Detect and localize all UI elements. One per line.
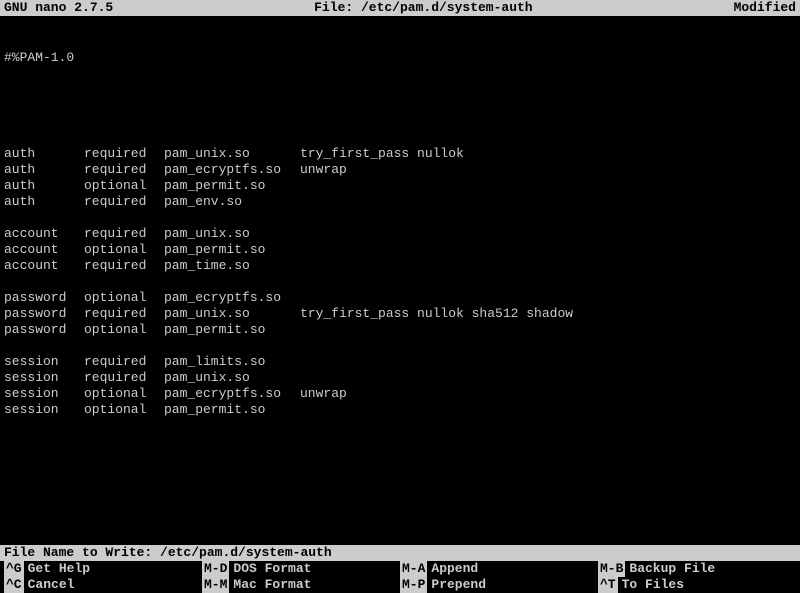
rule-type: account [4, 242, 84, 258]
pam-rule-line: sessionrequiredpam_limits.so [4, 354, 796, 370]
modified-status: Modified [734, 0, 796, 16]
rule-args: unwrap [300, 386, 347, 402]
filename-prompt: File Name to Write: [0, 545, 800, 561]
rule-type: session [4, 402, 84, 418]
rule-type: password [4, 306, 84, 322]
rule-module: pam_env.so [164, 194, 300, 210]
shortcut-label: DOS Format [233, 561, 311, 577]
title-bar: GNU nano 2.7.5 File: /etc/pam.d/system-a… [0, 0, 800, 16]
pam-rule-line: accountrequiredpam_unix.so [4, 226, 796, 242]
shortcut-key: M-D [202, 561, 229, 577]
pam-rule-line: sessionrequiredpam_unix.so [4, 370, 796, 386]
blank-line [4, 274, 796, 290]
shortcut-label: To Files [622, 577, 684, 593]
shortcut-item[interactable]: M-PPrepend [400, 577, 598, 593]
shortcut-label: Mac Format [233, 577, 311, 593]
rule-control: optional [84, 290, 164, 306]
shortcut-bar: ^GGet HelpM-DDOS FormatM-AAppendM-BBacku… [0, 561, 800, 593]
rule-module: pam_unix.so [164, 146, 300, 162]
rule-type: auth [4, 146, 84, 162]
shortcut-item[interactable]: ^CCancel [4, 577, 202, 593]
rule-args: try_first_pass nullok [300, 146, 464, 162]
rule-type: password [4, 290, 84, 306]
shortcut-key: ^G [4, 561, 24, 577]
rule-control: required [84, 370, 164, 386]
file-first-line: #%PAM-1.0 [4, 50, 796, 66]
rule-control: required [84, 306, 164, 322]
shortcut-item[interactable]: ^TTo Files [598, 577, 796, 593]
shortcut-key: ^T [598, 577, 618, 593]
pam-rule-line: authrequiredpam_env.so [4, 194, 796, 210]
shortcut-key: M-P [400, 577, 427, 593]
rule-module: pam_permit.so [164, 322, 300, 338]
rule-type: account [4, 226, 84, 242]
pam-rule-line: sessionoptionalpam_permit.so [4, 402, 796, 418]
shortcut-item[interactable]: M-AAppend [400, 561, 598, 577]
rule-control: optional [84, 178, 164, 194]
rule-module: pam_ecryptfs.so [164, 290, 300, 306]
shortcut-key: M-A [400, 561, 427, 577]
pam-rule-line: authoptionalpam_permit.so [4, 178, 796, 194]
blank-line [4, 210, 796, 226]
blank-line [4, 338, 796, 354]
rule-control: optional [84, 322, 164, 338]
rule-module: pam_permit.so [164, 178, 300, 194]
rule-module: pam_time.so [164, 258, 300, 274]
rule-control: required [84, 146, 164, 162]
rule-type: session [4, 354, 84, 370]
rule-type: auth [4, 194, 84, 210]
rule-module: pam_permit.so [164, 402, 300, 418]
app-name: GNU nano 2.7.5 [4, 0, 113, 16]
shortcut-item[interactable]: M-DDOS Format [202, 561, 400, 577]
shortcut-item[interactable]: ^GGet Help [4, 561, 202, 577]
rule-module: pam_permit.so [164, 242, 300, 258]
rule-control: optional [84, 386, 164, 402]
rule-type: password [4, 322, 84, 338]
shortcut-label: Append [431, 561, 478, 577]
editor-content[interactable]: #%PAM-1.0 authrequiredpam_unix.sotry_fir… [0, 16, 800, 436]
rule-type: account [4, 258, 84, 274]
pam-rule-line: authrequiredpam_ecryptfs.sounwrap [4, 162, 796, 178]
rule-control: required [84, 258, 164, 274]
rule-type: session [4, 370, 84, 386]
rule-type: auth [4, 162, 84, 178]
pam-rule-line: sessionoptionalpam_ecryptfs.sounwrap [4, 386, 796, 402]
shortcut-item[interactable]: M-MMac Format [202, 577, 400, 593]
rule-args: try_first_pass nullok sha512 shadow [300, 306, 573, 322]
filename-input[interactable] [160, 545, 460, 561]
pam-rule-line: accountoptionalpam_permit.so [4, 242, 796, 258]
rule-control: required [84, 354, 164, 370]
shortcut-label: Backup File [629, 561, 715, 577]
shortcut-label: Cancel [28, 577, 75, 593]
file-label: File: /etc/pam.d/system-auth [113, 0, 733, 16]
rule-type: auth [4, 178, 84, 194]
rule-module: pam_unix.so [164, 370, 300, 386]
shortcut-key: M-B [598, 561, 625, 577]
rule-module: pam_limits.so [164, 354, 300, 370]
rule-args: unwrap [300, 162, 347, 178]
rule-control: required [84, 162, 164, 178]
rule-module: pam_ecryptfs.so [164, 162, 300, 178]
shortcut-item[interactable]: M-BBackup File [598, 561, 796, 577]
pam-rule-line: passwordoptionalpam_ecryptfs.so [4, 290, 796, 306]
shortcut-label: Prepend [431, 577, 486, 593]
pam-rule-line: authrequiredpam_unix.sotry_first_pass nu… [4, 146, 796, 162]
rule-control: required [84, 226, 164, 242]
shortcut-key: M-M [202, 577, 229, 593]
pam-rule-line: passwordoptionalpam_permit.so [4, 322, 796, 338]
blank-line [4, 98, 796, 114]
rule-type: session [4, 386, 84, 402]
rule-module: pam_unix.so [164, 306, 300, 322]
pam-rule-line: passwordrequiredpam_unix.sotry_first_pas… [4, 306, 796, 322]
shortcut-label: Get Help [28, 561, 90, 577]
rule-control: required [84, 194, 164, 210]
rule-control: optional [84, 242, 164, 258]
rule-control: optional [84, 402, 164, 418]
pam-rule-line: accountrequiredpam_time.so [4, 258, 796, 274]
rule-module: pam_unix.so [164, 226, 300, 242]
rule-module: pam_ecryptfs.so [164, 386, 300, 402]
prompt-label: File Name to Write: [4, 545, 160, 560]
shortcut-key: ^C [4, 577, 24, 593]
